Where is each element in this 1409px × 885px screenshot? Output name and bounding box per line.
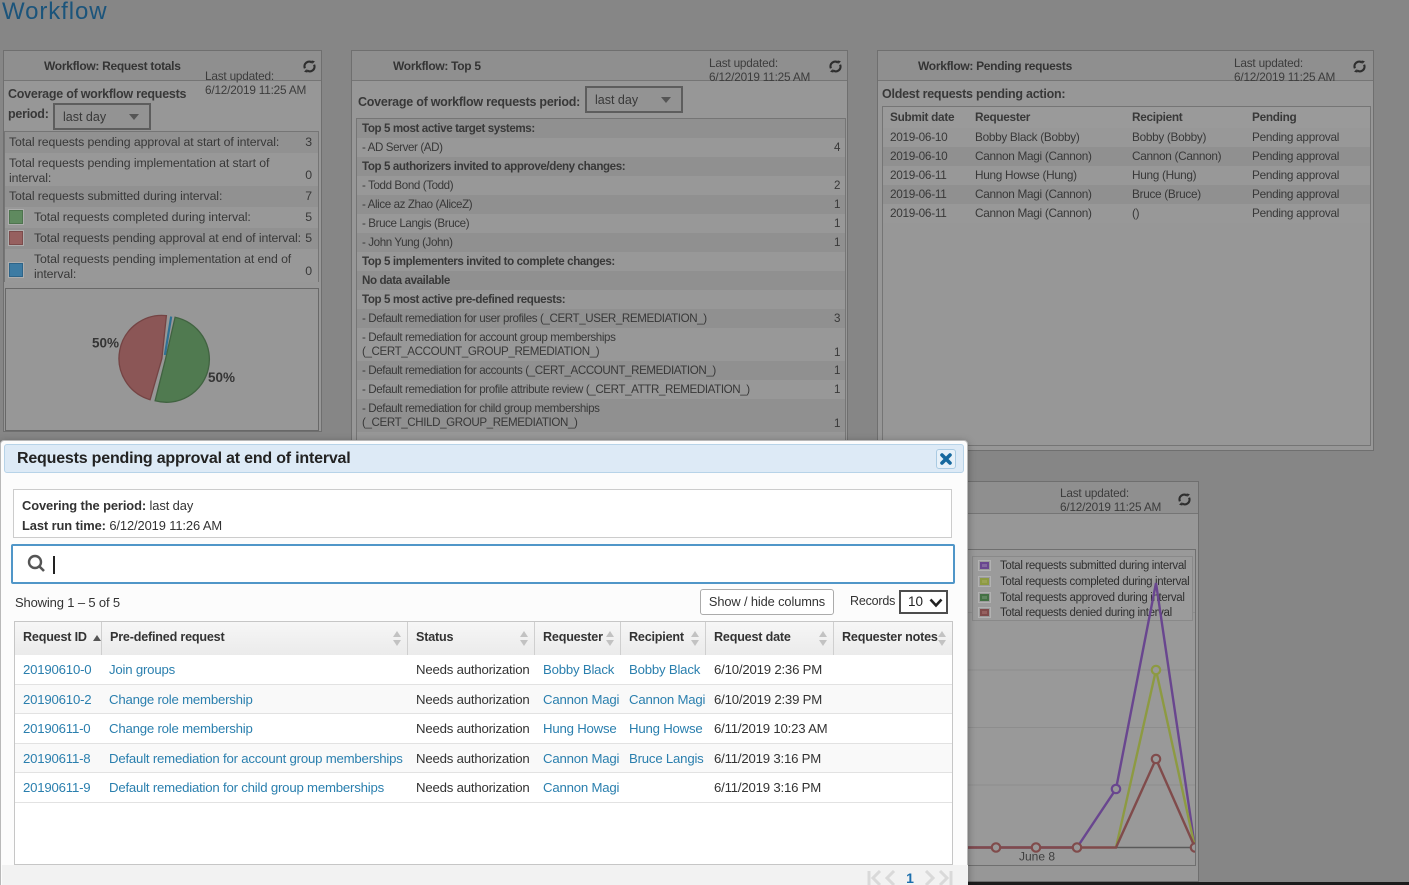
svg-text:1: 1 [906, 870, 914, 885]
svg-text:50%: 50% [92, 336, 119, 351]
svg-text:50%: 50% [208, 370, 235, 385]
svg-text:June 8: June 8 [1019, 850, 1055, 864]
